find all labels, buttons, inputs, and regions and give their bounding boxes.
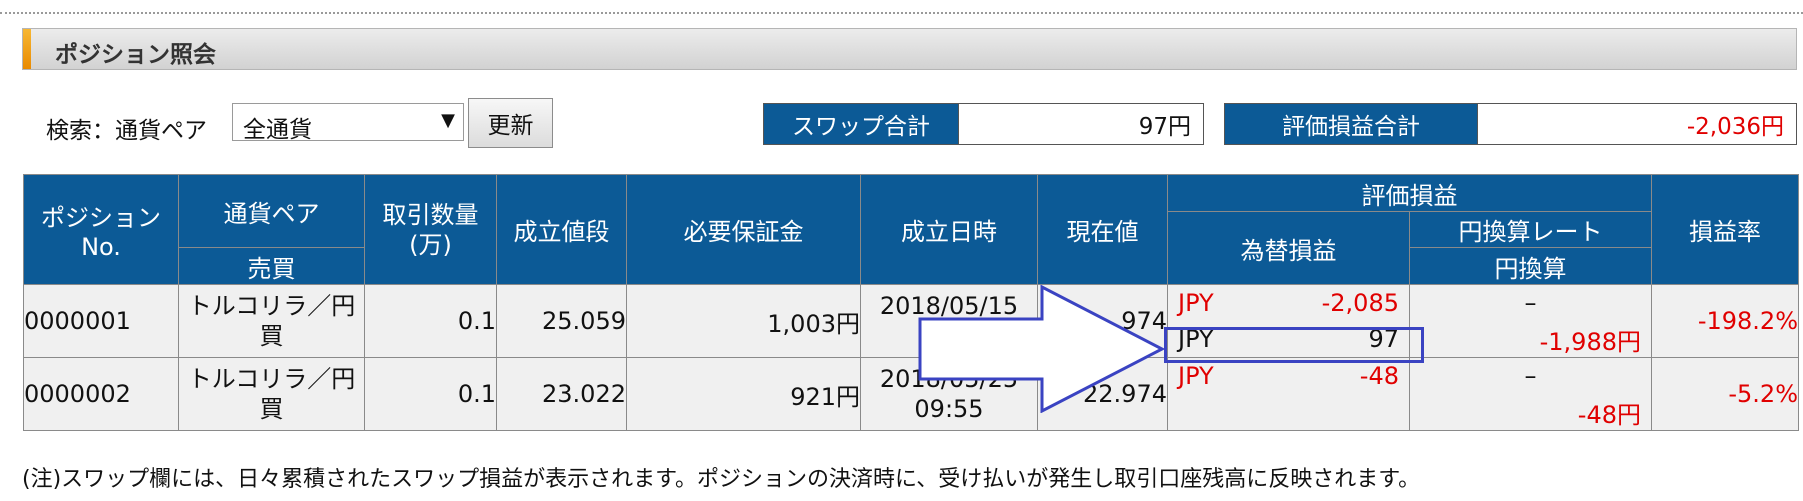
positions-table: ポジションNo. 通貨ペア 取引数量 (万) 成立値段 必要保証金 成立日時 現… <box>23 174 1799 431</box>
cell-fx-swap: JPY -48 <box>1167 357 1410 431</box>
header-fx-pl: 為替損益 <box>1167 211 1410 285</box>
swap-line <box>1168 394 1409 430</box>
title-accent-mark <box>23 29 31 69</box>
header-datetime: 成立日時 <box>860 174 1038 285</box>
table-row: 0000001 トルコリラ／円 買 0.1 25.059 1,003円 2018… <box>23 284 1799 358</box>
pl-total-box: 評価損益合計 -2,036円 <box>1224 103 1797 145</box>
dropdown-arrow-icon: ▼ <box>441 110 455 131</box>
cell-pair: トルコリラ／円 <box>187 365 356 393</box>
swap-total-label: スワップ合計 <box>764 104 959 144</box>
select-value: 全通貨 <box>243 117 312 143</box>
header-side: 売買 <box>178 247 365 285</box>
dotted-divider <box>0 12 1803 14</box>
cell-quantity: 0.1 <box>364 357 497 431</box>
header-margin: 必要保証金 <box>626 174 861 285</box>
fx-value: -2,085 <box>1321 289 1399 317</box>
cell-pair: トルコリラ／円 <box>187 292 356 320</box>
cell-price: 25.059 <box>496 284 627 358</box>
cell-side: 買 <box>259 395 284 423</box>
yen-conv-line: -48円 <box>1410 394 1651 430</box>
section-title-bar: ポジション照会 <box>22 28 1797 70</box>
cell-margin: 1,003円 <box>626 284 861 358</box>
header-eval-pl: 評価損益 <box>1167 174 1652 212</box>
fx-currency: JPY <box>1178 289 1214 317</box>
cell-pair-side: トルコリラ／円 買 <box>178 357 365 431</box>
cell-side: 買 <box>259 322 284 350</box>
header-pl-rate: 損益率 <box>1651 174 1799 285</box>
yen-conv: -1,988円 <box>1539 327 1641 356</box>
header-position-no: ポジションNo. <box>23 174 179 285</box>
cell-yen: – -48円 <box>1409 357 1652 431</box>
cell-margin: 921円 <box>626 357 861 431</box>
cell-position-no: 0000002 <box>23 357 179 431</box>
fx-pl-line: JPY -48 <box>1168 358 1409 394</box>
pl-total-label: 評価損益合計 <box>1225 104 1478 144</box>
swap-total-value: 97円 <box>959 104 1203 144</box>
cell-position-no: 0000001 <box>23 284 179 358</box>
cell-quantity: 0.1 <box>364 284 497 358</box>
cell-yen: – -1,988円 <box>1409 284 1652 358</box>
fx-pl-line: JPY -2,085 <box>1168 285 1409 321</box>
swap-highlight-box <box>1164 327 1424 363</box>
header-quantity: 取引数量 (万) <box>364 174 497 285</box>
yen-conv: -48円 <box>1577 400 1641 429</box>
page-title: ポジション照会 <box>55 42 216 68</box>
footnote: (注)スワップ欄には、日々累積されたスワップ損益が表示されます。ポジションの決済… <box>22 467 1421 492</box>
yen-conv-line: -1,988円 <box>1410 321 1651 357</box>
fx-value: -48 <box>1359 362 1399 390</box>
search-label: 検索：通貨ペア <box>46 118 207 144</box>
header-pair: 通貨ペア <box>178 174 365 248</box>
header-current-price: 現在値 <box>1037 174 1168 285</box>
header-yen-rate: 円換算レート <box>1409 211 1652 248</box>
yen-rate-line: – <box>1410 358 1651 394</box>
yen-rate: – <box>1524 362 1537 390</box>
currency-pair-select[interactable]: 全通貨 ▼ <box>232 103 464 143</box>
yen-rate: – <box>1524 289 1537 317</box>
cell-pl-rate: -5.2% <box>1651 357 1799 431</box>
header-price: 成立値段 <box>496 174 627 285</box>
cell-pair-side: トルコリラ／円 買 <box>178 284 365 358</box>
annotation-arrow-icon <box>918 285 1166 413</box>
refresh-button[interactable]: 更新 <box>468 98 553 148</box>
header-yen-conv: 円換算 <box>1409 247 1652 285</box>
yen-rate-line: – <box>1410 285 1651 321</box>
table-row: 0000002 トルコリラ／円 買 0.1 23.022 921円 2018/0… <box>23 357 1799 431</box>
pl-total-value: -2,036円 <box>1478 104 1796 144</box>
swap-total-box: スワップ合計 97円 <box>763 103 1204 145</box>
fx-currency: JPY <box>1178 362 1214 390</box>
cell-pl-rate: -198.2% <box>1651 284 1799 358</box>
cell-price: 23.022 <box>496 357 627 431</box>
